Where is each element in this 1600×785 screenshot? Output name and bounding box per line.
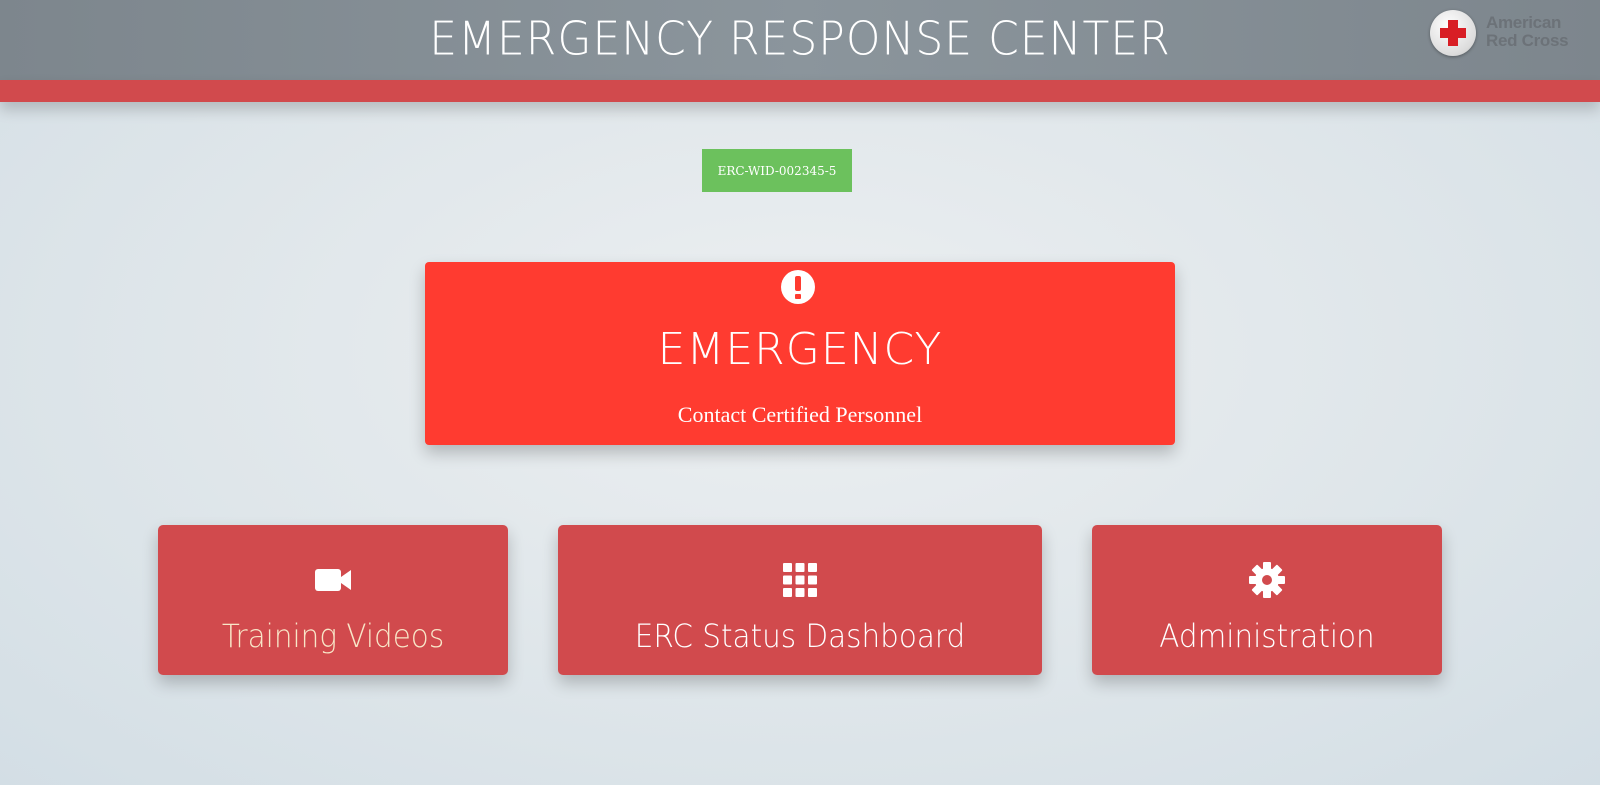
red-cross-icon — [1430, 10, 1476, 56]
logo-text: American Red Cross — [1486, 13, 1569, 50]
erc-status-dashboard-tile[interactable]: ERC Status Dashboard — [558, 525, 1042, 675]
video-camera-icon — [315, 569, 351, 591]
administration-tile[interactable]: Administration — [1092, 525, 1442, 675]
page-title: EMERGENCY RESPONSE CENTER — [429, 12, 1171, 67]
logo-line-2: Red Cross — [1486, 31, 1569, 50]
training-videos-label: Training Videos — [221, 617, 445, 655]
erc-status-dashboard-label: ERC Status Dashboard — [634, 617, 966, 655]
emergency-button[interactable]: EMERGENCY Contact Certified Personnel — [425, 262, 1175, 445]
emergency-title: EMERGENCY — [657, 324, 943, 375]
header-accent-band — [0, 80, 1600, 102]
emergency-subtitle: Contact Certified Personnel — [677, 402, 923, 427]
grid-icon — [783, 563, 817, 597]
gear-icon — [1249, 562, 1285, 598]
header-bar: EMERGENCY RESPONSE CENTER American Red C… — [0, 0, 1600, 80]
logo-line-1: American — [1486, 13, 1562, 32]
training-videos-tile[interactable]: Training Videos — [158, 525, 508, 675]
red-cross-logo: American Red Cross — [1430, 10, 1580, 56]
workstation-id-badge[interactable]: ERC-WID-002345-5 — [702, 149, 852, 192]
exclamation-circle-icon — [781, 270, 815, 304]
administration-label: Administration — [1159, 617, 1375, 655]
